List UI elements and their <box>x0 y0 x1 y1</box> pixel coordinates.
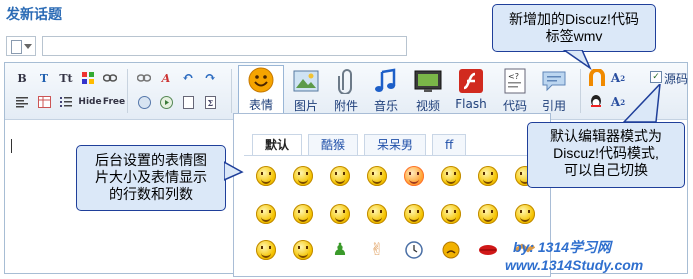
callout-wmv-pointer <box>562 50 592 70</box>
svg-text:<?: <? <box>508 72 519 81</box>
hide-button[interactable]: Hide <box>78 93 101 111</box>
clock-icon[interactable] <box>404 240 424 260</box>
smiley-teeth-icon[interactable] <box>367 204 387 224</box>
smiley-figure-icon[interactable]: ♟ <box>330 240 350 260</box>
page-icon[interactable] <box>179 93 197 111</box>
font-family-button[interactable]: Tt <box>57 69 75 87</box>
list-icon[interactable] <box>57 93 75 111</box>
smiley-tabs: 默认 酷猴 呆呆男 ff <box>252 134 472 155</box>
attachment-button[interactable]: 附件 <box>324 67 368 115</box>
callout-editor-pointer <box>622 84 661 123</box>
smiley-bandage-icon[interactable] <box>256 240 276 260</box>
smiley-smile-icon[interactable] <box>256 166 276 186</box>
smiley-icon <box>247 66 275 94</box>
smiley-angry-icon[interactable] <box>404 166 424 186</box>
smiley-panel: 默认 酷猴 呆呆男 ff ♟ ✌ <box>233 113 551 277</box>
text-caret <box>11 139 12 153</box>
smiley-sad-icon[interactable] <box>293 166 313 186</box>
smiley-cool-icon[interactable] <box>515 204 535 224</box>
paperclip-icon <box>332 67 360 95</box>
smiley-wink-icon[interactable] <box>404 204 424 224</box>
quote-icon <box>540 67 568 95</box>
link-icon[interactable] <box>101 69 119 87</box>
source-mode-checkbox[interactable]: ✓ <box>650 71 662 83</box>
code-icon: <? <box>501 67 529 95</box>
wmv-icon[interactable] <box>587 68 607 88</box>
tab-default[interactable]: 默认 <box>252 134 303 155</box>
bold-button[interactable]: B <box>13 69 31 87</box>
redo-icon[interactable]: ↷ <box>201 69 219 87</box>
table-icon[interactable] <box>35 93 53 111</box>
lips-icon[interactable] <box>478 240 498 260</box>
tab-kuhou[interactable]: 酷猴 <box>308 134 359 155</box>
remove-format-icon[interactable]: A <box>157 69 175 87</box>
font-size-icon[interactable]: T <box>35 69 53 87</box>
editor-toolbar: B T Tt A ↶ ↷ Hide Free Σ 表情 图片 附件 音乐 视频 … <box>5 63 687 120</box>
picture-icon <box>292 67 320 95</box>
quote-button[interactable]: 引用 <box>532 67 576 115</box>
svg-text:Σ: Σ <box>207 98 213 108</box>
angry-face-icon[interactable] <box>441 240 461 260</box>
thread-type-select[interactable] <box>6 36 36 56</box>
flash-icon <box>457 67 485 95</box>
callout-editor-mode: 默认编辑器模式为 Discuz!代码模式, 可以自己切换 <box>527 122 685 188</box>
callout-wmv: 新增加的Discuz!代码 标签wmv <box>492 4 656 52</box>
smiley-laugh-icon[interactable] <box>330 204 350 224</box>
callout-smiley-settings: 后台设置的表情图 片大小及表情显示 的行数和列数 <box>76 145 226 211</box>
chevron-down-icon <box>24 44 32 49</box>
sum-icon[interactable]: Σ <box>201 93 219 111</box>
free-button[interactable]: Free <box>103 93 125 111</box>
smiley-tongue-icon[interactable] <box>478 166 498 186</box>
music-button[interactable]: 音乐 <box>364 67 408 115</box>
victory-hand-icon[interactable]: ✌ <box>367 240 387 260</box>
subject-input[interactable] <box>42 36 407 56</box>
smiley-button[interactable]: 表情 <box>238 65 284 119</box>
tab-ff[interactable]: ff <box>432 134 467 155</box>
smiley-mad-icon[interactable] <box>293 204 313 224</box>
smiley-shy-icon[interactable] <box>441 166 461 186</box>
unlink-icon[interactable] <box>135 69 153 87</box>
color-grid-icon[interactable] <box>79 69 97 87</box>
source-mode-label: 源码 <box>664 72 689 86</box>
qq-icon[interactable] <box>587 93 605 111</box>
site-watermark: by: 1314学习网 www.1314Study.com <box>505 239 644 273</box>
smiley-blush-icon[interactable] <box>293 240 313 260</box>
smiley-cry-icon[interactable] <box>367 166 387 186</box>
smiley-surprised-icon[interactable] <box>441 204 461 224</box>
undo-icon[interactable]: ↶ <box>179 69 197 87</box>
video-button[interactable]: 视频 <box>406 67 450 115</box>
video-icon <box>414 67 442 95</box>
smiley-annoyed-icon[interactable] <box>478 204 498 224</box>
code-button[interactable]: <? 代码 <box>493 67 537 115</box>
smiley-grin-icon[interactable] <box>330 166 350 186</box>
music-note-icon <box>372 67 400 95</box>
flash-button[interactable]: Flash <box>449 67 493 115</box>
page-title: 发新话题 <box>6 7 62 23</box>
align-left-icon[interactable] <box>13 93 31 111</box>
media-play-icon[interactable] <box>157 93 175 111</box>
tab-daidainan[interactable]: 呆呆男 <box>364 134 427 155</box>
smiley-hug-icon[interactable] <box>256 204 276 224</box>
flash-small-icon[interactable] <box>135 93 153 111</box>
document-icon <box>11 40 22 54</box>
image-button[interactable]: 图片 <box>284 67 328 115</box>
callout-smiley-pointer <box>224 161 244 181</box>
